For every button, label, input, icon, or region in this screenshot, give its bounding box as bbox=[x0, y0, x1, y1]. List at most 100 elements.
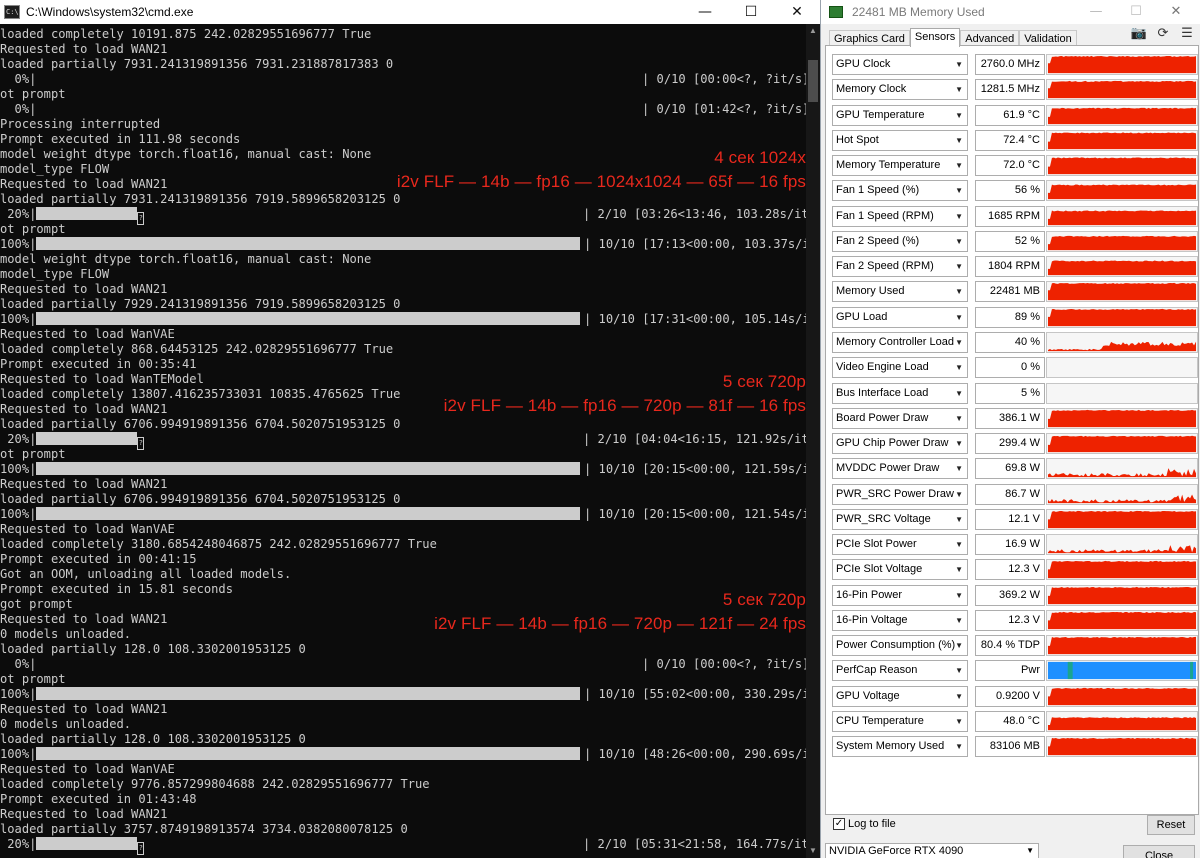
graph-area bbox=[1047, 341, 1197, 352]
graph-area bbox=[1047, 235, 1197, 250]
sensor-name: GPU Load bbox=[836, 310, 888, 323]
log-to-file[interactable]: ✓ Log to file bbox=[833, 818, 896, 830]
graph-area bbox=[1047, 510, 1197, 528]
sensor-name-dropdown[interactable]: Board Power Draw ▼ bbox=[832, 407, 968, 429]
sensor-name-dropdown[interactable]: GPU Temperature ▼ bbox=[832, 104, 968, 126]
console-line: Requested to load WAN21 bbox=[0, 807, 168, 821]
scroll-up-icon[interactable]: ▲ bbox=[806, 24, 820, 38]
sensor-graph bbox=[1046, 54, 1198, 75]
camera-icon[interactable]: 📷 bbox=[1130, 26, 1148, 44]
console-line: ot prompt bbox=[0, 447, 66, 461]
progress-bar-fill bbox=[36, 747, 581, 760]
graph-area bbox=[1047, 260, 1197, 276]
console-scrollbar[interactable]: ▲ ▼ bbox=[806, 24, 820, 858]
minimize-button[interactable]: — bbox=[682, 0, 728, 24]
sensor-name-dropdown[interactable]: Fan 1 Speed (%) ▼ bbox=[832, 180, 968, 202]
chevron-down-icon: ▼ bbox=[955, 363, 963, 373]
sensor-value: 22481 MB bbox=[975, 281, 1045, 303]
console-line: Prompt executed in 15.81 seconds bbox=[0, 582, 233, 596]
sensor-name-dropdown[interactable]: Memory Controller Load ▼ bbox=[832, 331, 968, 353]
gpu-select[interactable]: NVIDIA GeForce RTX 4090 ▼ bbox=[825, 843, 1039, 858]
close-button[interactable]: ✕ bbox=[774, 0, 820, 24]
sensor-value: 16.9 W bbox=[975, 534, 1045, 556]
sensor-name-dropdown[interactable]: PWR_SRC Power Draw ▼ bbox=[832, 483, 968, 505]
sensor-name-dropdown[interactable]: MVDDC Power Draw ▼ bbox=[832, 458, 968, 480]
sensor-name: GPU Voltage bbox=[836, 689, 900, 702]
sensor-row: 16-Pin Power ▼ 369.2 W bbox=[832, 584, 1198, 606]
gpuz-minimize-button[interactable]: — bbox=[1081, 0, 1111, 24]
chevron-down-icon: ▼ bbox=[955, 514, 963, 524]
close-app-button[interactable]: Close bbox=[1123, 845, 1195, 858]
sensor-value: 386.1 W bbox=[975, 407, 1045, 429]
sensor-row: Power Consumption (%) ▼ 80.4 % TDP bbox=[832, 635, 1198, 657]
close-icon: ✕ bbox=[1170, 4, 1182, 19]
console-line: Prompt executed in 01:43:48 bbox=[0, 792, 197, 806]
sensor-name-dropdown[interactable]: PerfCap Reason ▼ bbox=[832, 660, 968, 682]
graph-area bbox=[1047, 308, 1197, 326]
sensor-value: 61.9 °C bbox=[975, 104, 1045, 126]
sensor-row: Fan 1 Speed (%) ▼ 56 % bbox=[832, 180, 1198, 202]
menu-icon[interactable]: ☰ bbox=[1178, 26, 1196, 44]
scroll-down-icon[interactable]: ▼ bbox=[806, 844, 820, 858]
console-line: loaded partially 6706.994919891356 6704.… bbox=[0, 417, 401, 431]
sensor-row: Board Power Draw ▼ 386.1 W bbox=[832, 407, 1198, 429]
cmd-titlebar[interactable]: C:\ C:\Windows\system32\cmd.exe — ☐ ✕ bbox=[0, 0, 820, 24]
chevron-down-icon: ▼ bbox=[955, 615, 963, 625]
gpuz-maximize-button[interactable]: ☐ bbox=[1121, 0, 1151, 24]
sensor-graph bbox=[1046, 357, 1198, 379]
sensor-name-dropdown[interactable]: Memory Clock ▼ bbox=[832, 79, 968, 101]
graph-area bbox=[1047, 586, 1197, 604]
sensor-name-dropdown[interactable]: Video Engine Load ▼ bbox=[832, 357, 968, 379]
annotation-duration: 4 сек 1024x bbox=[714, 148, 806, 167]
sensor-name-dropdown[interactable]: PCIe Slot Voltage ▼ bbox=[832, 559, 968, 581]
sensor-name: 16-Pin Voltage bbox=[836, 613, 908, 626]
console-line: 0%| | 0/10 [00:00<?, ?it/s]g bbox=[0, 657, 806, 672]
console-line: loaded completely 9776.857299804688 242.… bbox=[0, 777, 430, 791]
progress-percent: 100%| bbox=[0, 462, 37, 476]
scrollbar-thumb[interactable] bbox=[808, 60, 818, 102]
sensor-name-dropdown[interactable]: GPU Voltage ▼ bbox=[832, 685, 968, 707]
chevron-down-icon: ▼ bbox=[955, 60, 963, 69]
sensor-name-dropdown[interactable]: GPU Chip Power Draw ▼ bbox=[832, 433, 968, 455]
sensor-name-dropdown[interactable]: Memory Temperature ▼ bbox=[832, 155, 968, 177]
console-line: 0 models unloaded. bbox=[0, 717, 132, 731]
gpuz-titlebar[interactable]: 22481 MB Memory Used — ☐ ✕ bbox=[821, 0, 1200, 24]
sensor-name-dropdown[interactable]: Fan 2 Speed (RPM) ▼ bbox=[832, 256, 968, 278]
sensor-name: Fan 1 Speed (%) bbox=[836, 184, 920, 197]
tab-sensors[interactable]: Sensors bbox=[909, 28, 961, 47]
sensor-name-dropdown[interactable]: GPU Load ▼ bbox=[832, 306, 968, 328]
sensor-name-dropdown[interactable]: CPU Temperature ▼ bbox=[832, 711, 968, 733]
sensor-graph bbox=[1046, 711, 1198, 733]
sensor-name-dropdown[interactable]: Memory Used ▼ bbox=[832, 281, 968, 303]
sensor-value: 299.4 W bbox=[975, 433, 1045, 455]
console-line: loaded partially 128.0 108.3302001953125… bbox=[0, 732, 306, 746]
chevron-down-icon: ▼ bbox=[955, 236, 963, 246]
sensor-name-dropdown[interactable]: Fan 1 Speed (RPM) ▼ bbox=[832, 205, 968, 227]
reset-button[interactable]: Reset bbox=[1147, 815, 1195, 835]
sensor-name-dropdown[interactable]: PWR_SRC Voltage ▼ bbox=[832, 508, 968, 530]
log-to-file-checkbox[interactable]: ✓ bbox=[833, 818, 845, 830]
refresh-icon[interactable]: ⟳ bbox=[1154, 26, 1172, 44]
sensor-name: Fan 2 Speed (%) bbox=[836, 234, 920, 247]
sensor-name-dropdown[interactable]: 16-Pin Power ▼ bbox=[832, 584, 968, 606]
sensor-name-dropdown[interactable]: System Memory Used ▼ bbox=[832, 736, 968, 758]
sensor-name-dropdown[interactable]: Fan 2 Speed (%) ▼ bbox=[832, 230, 968, 252]
console-line: model_type FLOW bbox=[0, 267, 110, 281]
console-line: loaded completely 3180.6854248046875 242… bbox=[0, 537, 437, 551]
sensor-name: PWR_SRC Voltage bbox=[836, 512, 931, 525]
sensor-name-dropdown[interactable]: 16-Pin Voltage ▼ bbox=[832, 609, 968, 631]
chevron-down-icon: ▼ bbox=[955, 742, 963, 752]
sensor-name-dropdown[interactable]: PCIe Slot Power ▼ bbox=[832, 534, 968, 556]
maximize-button[interactable]: ☐ bbox=[728, 0, 774, 24]
sensor-name-dropdown[interactable]: GPU Clock ▼ bbox=[832, 54, 968, 75]
console-line: ot prompt bbox=[0, 222, 66, 236]
graph-segment bbox=[1067, 662, 1073, 680]
sensor-name-dropdown[interactable]: Bus Interface Load ▼ bbox=[832, 382, 968, 404]
console-output[interactable]: loaded completely 10191.875 242.02829551… bbox=[0, 24, 806, 858]
sensor-name-dropdown[interactable]: Hot Spot ▼ bbox=[832, 129, 968, 151]
maximize-icon: ☐ bbox=[1130, 4, 1142, 19]
sensor-name-dropdown[interactable]: Power Consumption (%) ▼ bbox=[832, 635, 968, 657]
gpuz-close-button[interactable]: ✕ bbox=[1161, 0, 1191, 24]
close-icon: ✕ bbox=[791, 4, 803, 20]
chevron-down-icon: ▼ bbox=[955, 717, 963, 727]
